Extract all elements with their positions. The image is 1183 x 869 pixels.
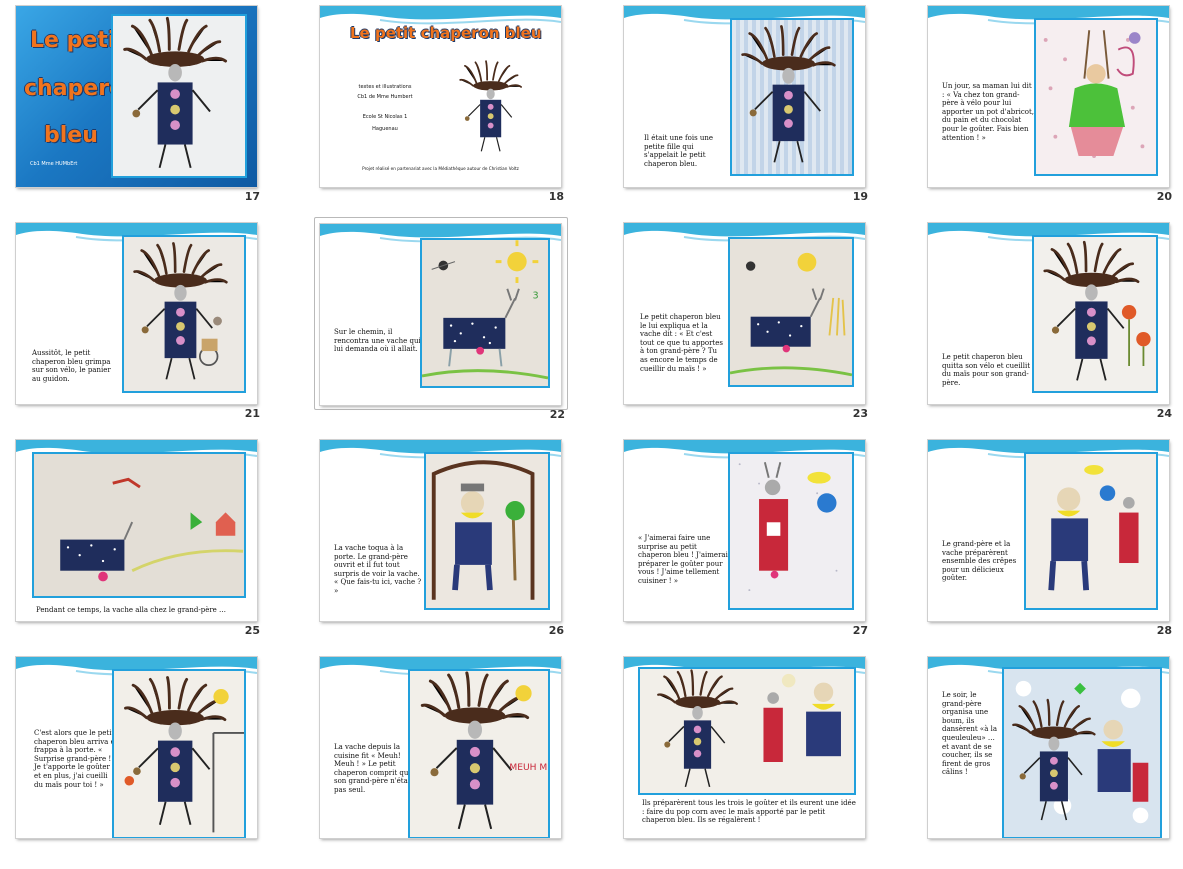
illustration xyxy=(1002,667,1162,838)
slide-text: La vache depuis la cuisine fit « Meuh! M… xyxy=(334,743,413,794)
slide-number: 17 xyxy=(244,190,260,203)
slide-31[interactable]: Ils préparèrent tous les trois le goûter… xyxy=(624,657,865,838)
slide-thumb-25[interactable]: Pendant ce temps, la vache alla chez le … xyxy=(0,434,304,652)
slide-text: La vache toqua à la porte. Le grand-père… xyxy=(334,544,422,595)
slide-25[interactable]: Pendant ce temps, la vache alla chez le … xyxy=(16,440,257,621)
slide-text: Ils préparèrent tous les trois le goûter… xyxy=(642,799,856,825)
meuh-sign: MEUH MEUH ! xyxy=(509,763,548,773)
illustration xyxy=(728,237,854,387)
svg-text:3: 3 xyxy=(532,290,538,301)
footer-credit: Projet réalisé en partenariat avec la Mé… xyxy=(362,166,519,171)
illustration xyxy=(112,669,246,838)
slide-number: 20 xyxy=(1156,190,1172,203)
class-label: Cb1 Mme HUMbErt xyxy=(30,161,78,167)
credit-line-4: Haguenau xyxy=(372,126,398,132)
slide-32[interactable]: Le soir, le grand-père organisa une boum… xyxy=(928,657,1169,838)
slide-number: 18 xyxy=(548,190,564,203)
slide-23[interactable]: Le petit chaperon bleu le lui expliqua e… xyxy=(624,223,865,404)
slide-text: Le petit chaperon bleu le lui expliqua e… xyxy=(640,313,724,373)
credit-line-1: textes et illustrations xyxy=(358,84,412,90)
slide-text: Sur le chemin, il rencontra une vache qu… xyxy=(334,328,421,354)
slide-thumb-26[interactable]: La vache toqua à la porte. Le grand-père… xyxy=(304,434,608,652)
illustration xyxy=(32,452,246,598)
slide-30[interactable]: La vache depuis la cuisine fit « Meuh! M… xyxy=(320,657,561,838)
slide-22[interactable]: Sur le chemin, il rencontra une vache qu… xyxy=(320,224,561,405)
illustration: 3 xyxy=(420,238,550,388)
credit-line-3: Ecole St Nicolas 1 xyxy=(362,114,408,120)
slide-thumb-17[interactable]: Le petit chaperon bleu Cb1 Mme HUMbErt 1… xyxy=(0,0,304,218)
slide-number: 27 xyxy=(852,624,868,637)
slide-text: Le grand-père et la vache préparèrent en… xyxy=(942,540,1017,583)
slide-thumb-18[interactable]: Le petit chaperon bleu textes et illustr… xyxy=(304,0,608,218)
slide-thumb-30[interactable]: La vache depuis la cuisine fit « Meuh! M… xyxy=(304,651,608,869)
illustration xyxy=(448,60,538,156)
slide-number: 24 xyxy=(1156,407,1172,420)
slide-thumb-23[interactable]: Le petit chaperon bleu le lui expliqua e… xyxy=(608,217,912,435)
slide-17[interactable]: Le petit chaperon bleu Cb1 Mme HUMbErt xyxy=(16,6,257,187)
illustration xyxy=(1034,18,1158,176)
slide-thumb-19[interactable]: Il était une fois une petite fille qui s… xyxy=(608,0,912,218)
slide-thumb-32[interactable]: Le soir, le grand-père organisa une boum… xyxy=(912,651,1183,869)
credit-line-2: Cb1 de Mme Humbert xyxy=(357,94,413,100)
slide-number: 21 xyxy=(244,407,260,420)
slide-text: C'est alors que le petit chaperon bleu a… xyxy=(34,729,118,789)
slide-21[interactable]: Aussitôt, le petit chaperon bleu grimpa … xyxy=(16,223,257,404)
slide-18[interactable]: Le petit chaperon bleu textes et illustr… xyxy=(320,6,561,187)
slide-thumb-28[interactable]: Le grand-père et la vache préparèrent en… xyxy=(912,434,1183,652)
slide-27[interactable]: « J'aimerai faire une surprise au petit … xyxy=(624,440,865,621)
illustration xyxy=(730,18,854,176)
illustration: MEUH MEUH ! xyxy=(408,669,550,838)
slide-28[interactable]: Le grand-père et la vache préparèrent en… xyxy=(928,440,1169,621)
slide-thumb-20[interactable]: Un jour, sa maman lui dit : « Va chez to… xyxy=(912,0,1183,218)
slide-title: Le petit chaperon bleu xyxy=(350,24,542,42)
slide-number: 23 xyxy=(852,407,868,420)
slide-number: 26 xyxy=(548,624,564,637)
title-line-3: bleu xyxy=(44,123,98,148)
slide-24[interactable]: Le petit chaperon bleu quitta son vélo e… xyxy=(928,223,1169,404)
slide-thumb-29[interactable]: C'est alors que le petit chaperon bleu a… xyxy=(0,651,304,869)
slide-text: Aussitôt, le petit chaperon bleu grimpa … xyxy=(32,349,111,383)
slide-thumb-27[interactable]: « J'aimerai faire une surprise au petit … xyxy=(608,434,912,652)
illustration xyxy=(122,235,246,393)
slide-text: Il était une fois une petite fille qui s… xyxy=(644,134,714,168)
illustration xyxy=(1024,452,1158,610)
slide-text: Le soir, le grand-père organisa une boum… xyxy=(942,691,998,777)
slide-text: Pendant ce temps, la vache alla chez le … xyxy=(36,606,227,614)
slide-20[interactable]: Un jour, sa maman lui dit : « Va chez to… xyxy=(928,6,1169,187)
illustration xyxy=(728,452,854,610)
illustration xyxy=(1032,235,1158,393)
slide-text: Le petit chaperon bleu quitta son vélo e… xyxy=(942,353,1031,387)
slide-number: 22 xyxy=(549,408,565,421)
slide-text: Un jour, sa maman lui dit : « Va chez to… xyxy=(942,82,1035,142)
slide-number: 28 xyxy=(1156,624,1172,637)
slide-thumb-24[interactable]: Le petit chaperon bleu quitta son vélo e… xyxy=(912,217,1183,435)
slide-19[interactable]: Il était une fois une petite fille qui s… xyxy=(624,6,865,187)
slide-number: 25 xyxy=(244,624,260,637)
illustration xyxy=(638,667,856,795)
slide-number: 19 xyxy=(852,190,868,203)
illustration xyxy=(424,452,550,610)
slide-thumb-31[interactable]: Ils préparèrent tous les trois le goûter… xyxy=(608,651,912,869)
slide-thumb-22[interactable]: Sur le chemin, il rencontra une vache qu… xyxy=(314,217,568,421)
illustration xyxy=(111,14,247,178)
slide-text: « J'aimerai faire une surprise au petit … xyxy=(638,534,728,585)
slide-29[interactable]: C'est alors que le petit chaperon bleu a… xyxy=(16,657,257,838)
slide-thumb-21[interactable]: Aussitôt, le petit chaperon bleu grimpa … xyxy=(0,217,304,435)
slide-26[interactable]: La vache toqua à la porte. Le grand-père… xyxy=(320,440,561,621)
